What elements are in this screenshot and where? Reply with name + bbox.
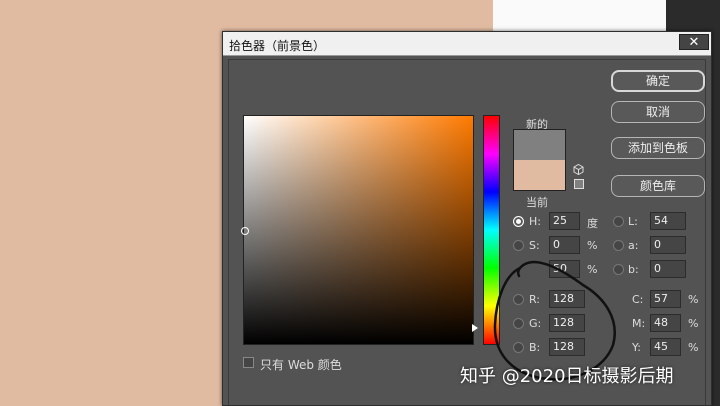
hue-input[interactable]: 25 bbox=[549, 212, 580, 230]
yellow-label: Y: bbox=[632, 341, 641, 354]
radio-b[interactable] bbox=[613, 264, 624, 275]
saturation-unit: % bbox=[587, 239, 598, 252]
b-label: b: bbox=[628, 263, 639, 276]
red-label: R: bbox=[529, 293, 541, 306]
add-to-swatches-button[interactable]: 添加到色板 bbox=[611, 137, 705, 159]
saturation-label: S: bbox=[529, 239, 540, 252]
radio-blue[interactable] bbox=[513, 342, 524, 353]
gamut-warning-cube-icon[interactable] bbox=[573, 163, 584, 176]
web-only-label: 只有 Web 颜色 bbox=[260, 358, 342, 372]
saturation-input[interactable]: 0 bbox=[549, 236, 580, 254]
cyan-label: C: bbox=[632, 293, 644, 306]
color-field[interactable] bbox=[241, 115, 474, 345]
magenta-label: M: bbox=[632, 317, 646, 330]
radio-red[interactable] bbox=[513, 294, 524, 305]
brightness-unit: % bbox=[587, 263, 598, 276]
title-bar[interactable]: 拾色器（前景色） ✕ bbox=[223, 32, 711, 56]
dialog-body: 新的 当前 确定 取消 添加到色板 颜色库 H: 25 度 S: 0 % 50 … bbox=[228, 59, 706, 405]
yellow-unit: % bbox=[688, 341, 699, 354]
red-input[interactable]: 128 bbox=[549, 290, 585, 308]
cyan-input[interactable]: 57 bbox=[650, 290, 681, 308]
radio-saturation[interactable] bbox=[513, 240, 524, 251]
current-color-swatch[interactable] bbox=[513, 160, 566, 191]
hue-slider-arrow-icon[interactable] bbox=[472, 324, 478, 332]
cancel-button[interactable]: 取消 bbox=[611, 101, 705, 123]
magenta-unit: % bbox=[688, 317, 699, 330]
new-color-swatch bbox=[513, 129, 566, 160]
blue-input[interactable]: 128 bbox=[549, 338, 585, 356]
radio-a[interactable] bbox=[613, 240, 624, 251]
blue-label: B: bbox=[529, 341, 541, 354]
green-input[interactable]: 128 bbox=[549, 314, 585, 332]
ok-button[interactable]: 确定 bbox=[611, 70, 705, 92]
a-label: a: bbox=[628, 239, 639, 252]
color-libraries-button[interactable]: 颜色库 bbox=[611, 175, 705, 197]
lightness-input[interactable]: 54 bbox=[650, 212, 686, 230]
hue-slider[interactable] bbox=[483, 115, 500, 345]
radio-hue[interactable] bbox=[513, 216, 524, 227]
hue-label: H: bbox=[529, 215, 541, 228]
watermark-text: 知乎 @2020日标摄影后期 bbox=[460, 366, 674, 387]
cyan-unit: % bbox=[688, 293, 699, 306]
web-safe-color-icon[interactable] bbox=[574, 179, 584, 189]
dialog-title: 拾色器（前景色） bbox=[229, 39, 326, 53]
color-picker-dialog: 拾色器（前景色） ✕ 新的 当前 确定 取消 添加到色板 颜色库 H: 25 度… bbox=[222, 31, 712, 406]
current-color-label: 当前 bbox=[526, 196, 548, 209]
radio-green[interactable] bbox=[513, 318, 524, 329]
web-only-checkbox[interactable] bbox=[243, 357, 254, 368]
lightness-label: L: bbox=[628, 215, 638, 228]
close-button[interactable]: ✕ bbox=[679, 34, 709, 50]
radio-lightness[interactable] bbox=[613, 216, 624, 227]
green-label: G: bbox=[529, 317, 542, 330]
magenta-input[interactable]: 48 bbox=[650, 314, 681, 332]
brightness-input[interactable]: 50 bbox=[549, 260, 580, 278]
color-field-marker[interactable] bbox=[241, 227, 249, 235]
a-input[interactable]: 0 bbox=[650, 236, 686, 254]
b-input[interactable]: 0 bbox=[650, 260, 686, 278]
yellow-input[interactable]: 45 bbox=[650, 338, 681, 356]
hue-unit: 度 bbox=[587, 217, 598, 230]
